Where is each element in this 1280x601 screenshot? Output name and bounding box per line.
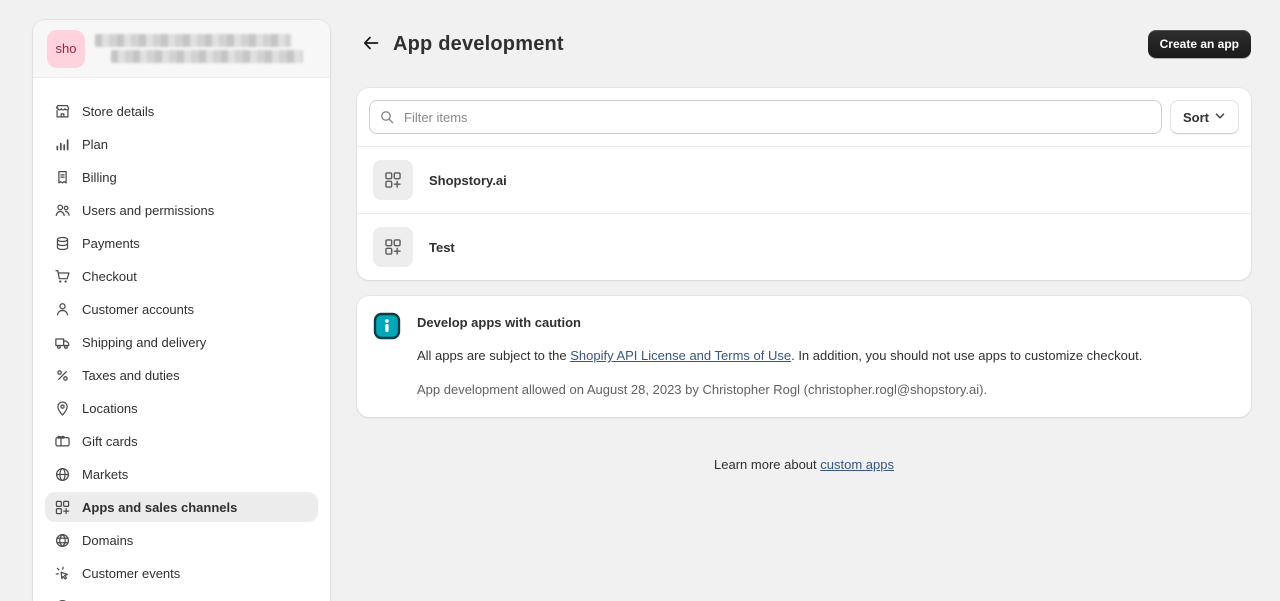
sidebar-item-label: Billing bbox=[82, 170, 117, 185]
sidebar-item-shipping-and-delivery[interactable]: Shipping and delivery bbox=[45, 327, 318, 357]
chevron-down-icon bbox=[1214, 110, 1226, 125]
sidebar-item-payments[interactable]: Payments bbox=[45, 228, 318, 258]
checkout-icon bbox=[53, 267, 72, 286]
filter-input[interactable] bbox=[369, 100, 1162, 134]
sidebar-item-label: Checkout bbox=[82, 269, 137, 284]
create-app-button[interactable]: Create an app bbox=[1148, 30, 1251, 58]
sidebar-item-customer-accounts[interactable]: Customer accounts bbox=[45, 294, 318, 324]
store-icon bbox=[53, 102, 72, 121]
sidebar-item-label: Taxes and duties bbox=[82, 368, 180, 383]
sidebar-item-label: Apps and sales channels bbox=[82, 500, 237, 515]
apps-icon bbox=[53, 498, 72, 517]
sidebar-item-label: Users and permissions bbox=[82, 203, 214, 218]
sidebar-item-taxes-and-duties[interactable]: Taxes and duties bbox=[45, 360, 318, 390]
shipping-icon bbox=[53, 333, 72, 352]
sidebar-item-checkout[interactable]: Checkout bbox=[45, 261, 318, 291]
sidebar-item-label: Store details bbox=[82, 104, 154, 119]
partial-cutoff-icon bbox=[53, 597, 72, 601]
customer-accounts-icon bbox=[53, 300, 72, 319]
content-column: Sort Shopstory.ai Te bbox=[357, 88, 1251, 472]
app-placeholder-icon bbox=[373, 227, 413, 267]
search-icon bbox=[379, 109, 395, 125]
sidebar-item-domains[interactable]: Domains bbox=[45, 525, 318, 555]
app-name: Shopstory.ai bbox=[429, 173, 507, 188]
banner-text: All apps are subject to the Shopify API … bbox=[417, 347, 1142, 364]
redacted-store-email-line bbox=[111, 50, 303, 63]
sidebar-item-partial[interactable] bbox=[45, 591, 318, 601]
sidebar-item-label: Customer events bbox=[82, 566, 180, 581]
page-title: App development bbox=[393, 33, 564, 56]
app-placeholder-icon bbox=[373, 160, 413, 200]
app-name: Test bbox=[429, 240, 455, 255]
sidebar-item-customer-events[interactable]: Customer events bbox=[45, 558, 318, 588]
footer-note-text: Learn more about bbox=[714, 457, 820, 472]
locations-icon bbox=[53, 399, 72, 418]
banner-allowed-text: App development allowed on August 28, 20… bbox=[417, 381, 1142, 398]
back-button[interactable] bbox=[357, 30, 385, 58]
store-switcher[interactable]: sho bbox=[33, 20, 330, 78]
apps-list-card: Sort Shopstory.ai Te bbox=[357, 88, 1251, 280]
banner-body: Develop apps with caution All apps are s… bbox=[417, 312, 1142, 401]
sidebar-item-apps-and-sales-channels[interactable]: Apps and sales channels bbox=[45, 492, 318, 522]
sidebar-item-markets[interactable]: Markets bbox=[45, 459, 318, 489]
store-name-redacted bbox=[95, 34, 303, 63]
sidebar-item-store-details[interactable]: Store details bbox=[45, 96, 318, 126]
store-avatar: sho bbox=[47, 30, 85, 68]
sidebar-item-label: Gift cards bbox=[82, 434, 138, 449]
sidebar-item-label: Locations bbox=[82, 401, 138, 416]
banner-text-prefix: All apps are subject to the bbox=[417, 348, 570, 363]
markets-icon bbox=[53, 465, 72, 484]
settings-page: sho Store details Plan bbox=[0, 0, 1280, 601]
sidebar-item-label: Domains bbox=[82, 533, 133, 548]
back-arrow-icon bbox=[361, 33, 381, 56]
app-row-test[interactable]: Test bbox=[357, 213, 1251, 280]
gift-cards-icon bbox=[53, 432, 72, 451]
sort-label: Sort bbox=[1183, 110, 1209, 125]
users-icon bbox=[53, 201, 72, 220]
filter-input-wrap bbox=[369, 100, 1162, 134]
payments-icon bbox=[53, 234, 72, 253]
sidebar-item-locations[interactable]: Locations bbox=[45, 393, 318, 423]
footer-note: Learn more about custom apps bbox=[357, 457, 1251, 472]
plan-icon bbox=[53, 135, 72, 154]
domains-icon bbox=[53, 531, 72, 550]
taxes-icon bbox=[53, 366, 72, 385]
customer-events-icon bbox=[53, 564, 72, 583]
filter-row: Sort bbox=[357, 88, 1251, 146]
banner-title: Develop apps with caution bbox=[417, 315, 1142, 330]
caution-banner: Develop apps with caution All apps are s… bbox=[357, 296, 1251, 417]
main-header: App development Create an app bbox=[331, 0, 1280, 88]
main-content: App development Create an app Sort bbox=[331, 0, 1280, 601]
sidebar-item-label: Plan bbox=[82, 137, 108, 152]
sidebar-item-plan[interactable]: Plan bbox=[45, 129, 318, 159]
sidebar-item-users-and-permissions[interactable]: Users and permissions bbox=[45, 195, 318, 225]
sidebar-item-billing[interactable]: Billing bbox=[45, 162, 318, 192]
sidebar-item-label: Markets bbox=[82, 467, 128, 482]
settings-sidebar: sho Store details Plan bbox=[33, 20, 330, 601]
app-row-shopstory[interactable]: Shopstory.ai bbox=[357, 146, 1251, 213]
info-icon bbox=[373, 312, 401, 401]
sidebar-item-label: Customer accounts bbox=[82, 302, 194, 317]
custom-apps-link[interactable]: custom apps bbox=[820, 457, 894, 472]
banner-text-suffix: . In addition, you should not use apps t… bbox=[791, 348, 1142, 363]
sidebar-item-gift-cards[interactable]: Gift cards bbox=[45, 426, 318, 456]
billing-icon bbox=[53, 168, 72, 187]
sidebar-item-label: Payments bbox=[82, 236, 140, 251]
sort-button[interactable]: Sort bbox=[1170, 100, 1239, 134]
sidebar-item-label: Shipping and delivery bbox=[82, 335, 206, 350]
api-license-terms-link[interactable]: Shopify API License and Terms of Use bbox=[570, 348, 791, 363]
redacted-store-name-line bbox=[95, 34, 291, 47]
settings-nav: Store details Plan Billing Users and per… bbox=[33, 78, 330, 601]
